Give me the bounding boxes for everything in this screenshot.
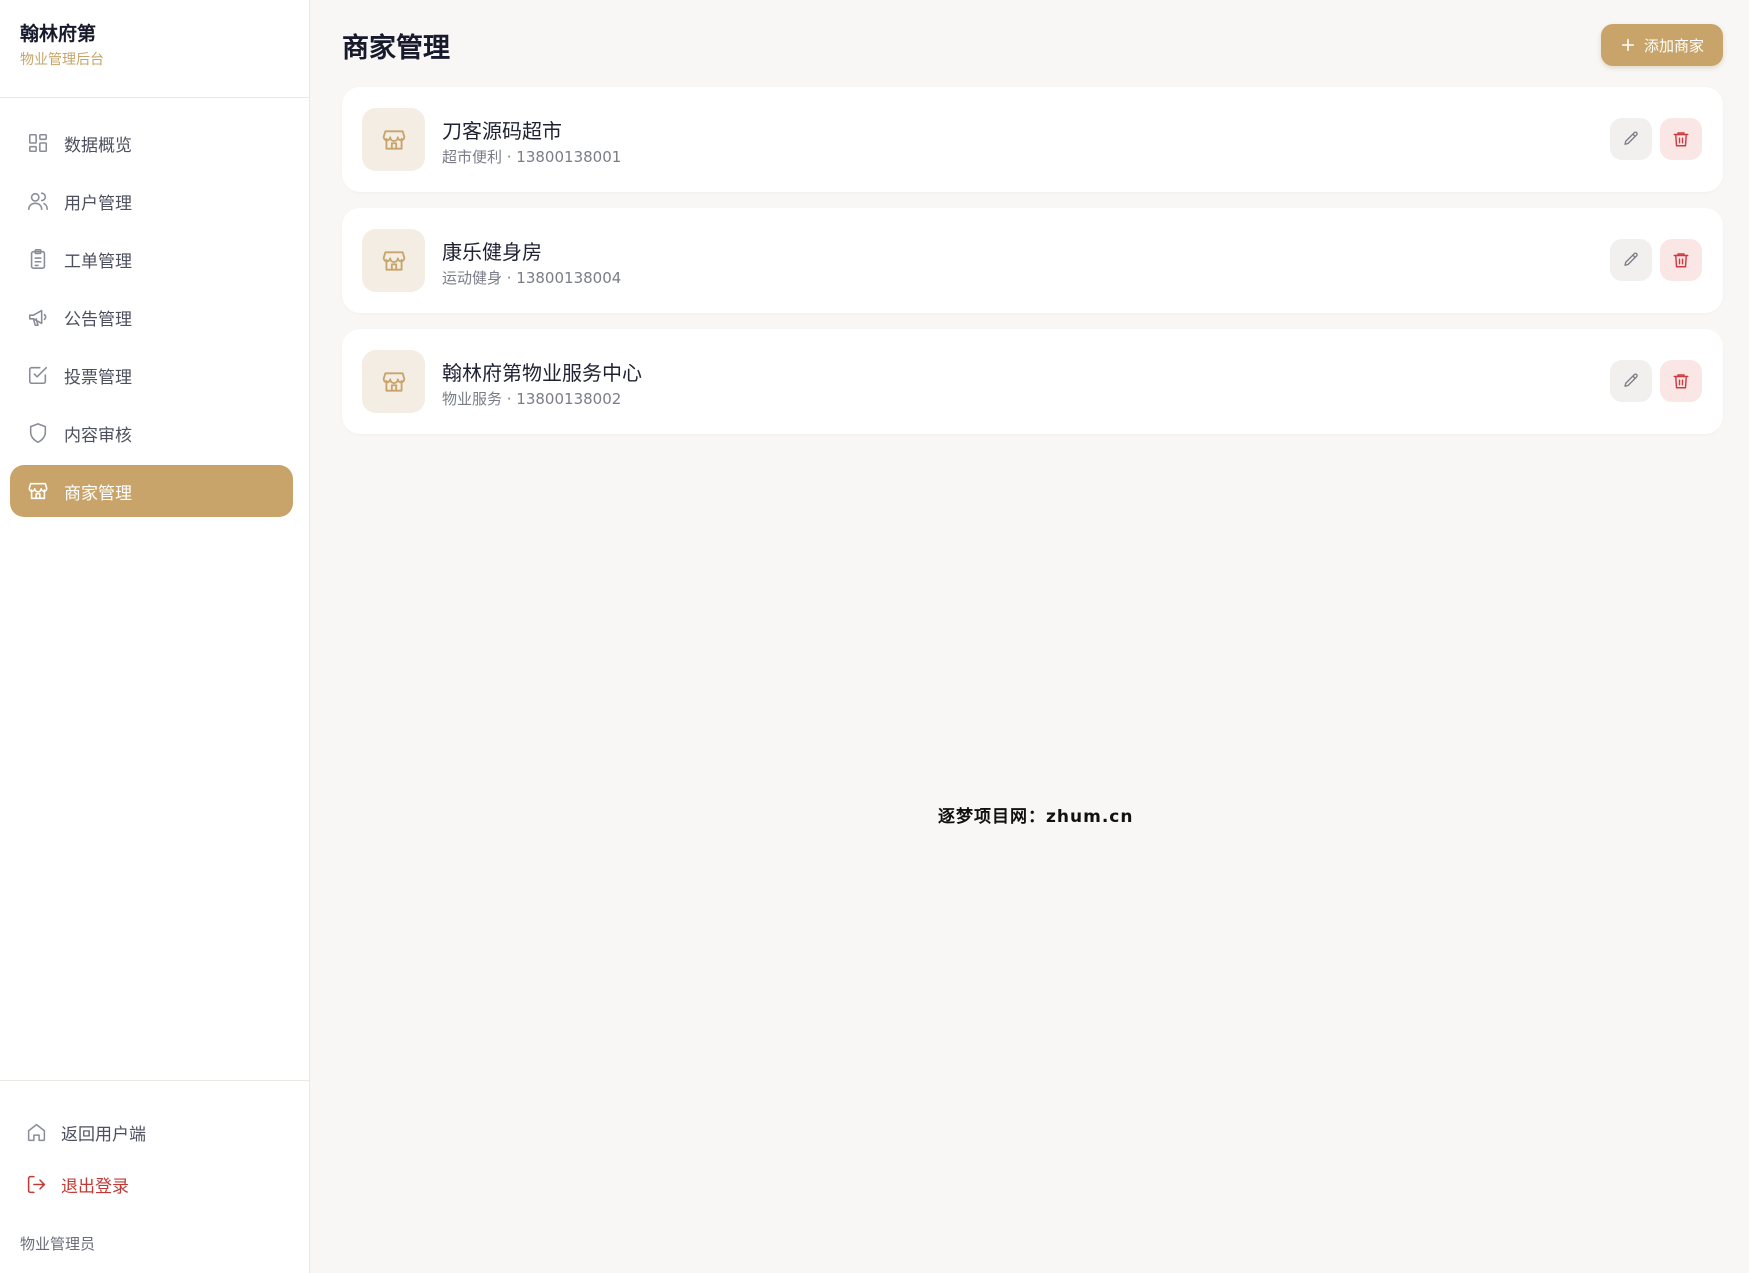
users-icon	[26, 189, 50, 213]
delete-button[interactable]	[1660, 360, 1702, 402]
logout-button[interactable]: 退出登录	[0, 1158, 309, 1210]
brand: 翰林府第 物业管理后台	[0, 0, 309, 98]
merchant-name: 康乐健身房	[442, 240, 542, 264]
edit-button[interactable]	[1610, 118, 1652, 160]
back-to-user-link[interactable]: 返回用户端	[0, 1106, 309, 1158]
sidebar-item-label: 用户管理	[64, 193, 132, 214]
delete-button[interactable]	[1660, 118, 1702, 160]
checkbox-icon	[26, 363, 50, 387]
sidebar-item-users[interactable]: 用户管理	[10, 175, 293, 227]
merchant-meta: 超市便利 · 13800138001	[442, 148, 622, 166]
user-role: 物业管理员	[20, 1235, 96, 1253]
logout-icon	[25, 1173, 47, 1195]
shield-icon	[26, 421, 50, 445]
sidebar-bottom: 返回用户端 退出登录	[0, 1080, 309, 1210]
back-to-user-label: 返回用户端	[61, 1124, 146, 1145]
sidebar: 翰林府第 物业管理后台 数据概览 用户管理 工单管理 公告管理 投票管理 内容审…	[0, 0, 310, 1273]
clipboard-icon	[26, 247, 50, 271]
trash-icon	[1673, 374, 1689, 389]
sidebar-item-label: 公告管理	[64, 309, 132, 330]
sidebar-item-tickets[interactable]: 工单管理	[10, 233, 293, 285]
delete-button[interactable]	[1660, 239, 1702, 281]
merchant-name: 翰林府第物业服务中心	[442, 361, 642, 385]
add-merchant-label: 添加商家	[1643, 36, 1704, 55]
merchant-meta: 物业服务 · 13800138002	[442, 390, 622, 408]
pencil-icon	[1624, 252, 1638, 266]
store-icon	[362, 108, 425, 171]
home-icon	[25, 1121, 47, 1143]
trash-icon	[1673, 132, 1689, 147]
list-item: 刀客源码超市 超市便利 · 13800138001	[342, 87, 1723, 192]
sidebar-item-label: 商家管理	[64, 483, 132, 504]
watermark-text: 逐梦项目网：zhum.cn	[938, 807, 1134, 827]
store-icon	[26, 479, 50, 503]
edit-button[interactable]	[1610, 239, 1652, 281]
sidebar-item-votes[interactable]: 投票管理	[10, 349, 293, 401]
sidebar-item-merchants[interactable]: 商家管理	[10, 465, 293, 517]
brand-title: 翰林府第	[20, 23, 97, 45]
sidebar-item-label: 内容审核	[64, 425, 132, 446]
edit-button[interactable]	[1610, 360, 1652, 402]
add-merchant-button[interactable]: 添加商家	[1601, 24, 1723, 66]
sidebar-item-label: 数据概览	[64, 135, 132, 156]
store-icon	[362, 229, 425, 292]
sidebar-item-label: 工单管理	[64, 251, 132, 272]
sidebar-nav: 数据概览 用户管理 工单管理 公告管理 投票管理 内容审核 商家管理	[10, 117, 293, 523]
store-icon	[362, 350, 425, 413]
pencil-icon	[1624, 373, 1638, 387]
trash-icon	[1673, 253, 1689, 268]
list-item: 康乐健身房 运动健身 · 13800138004	[342, 208, 1723, 313]
sidebar-item-dashboard[interactable]: 数据概览	[10, 117, 293, 169]
brand-subtitle: 物业管理后台	[20, 52, 104, 68]
dashboard-grid-icon	[26, 131, 50, 155]
sidebar-item-moderation[interactable]: 内容审核	[10, 407, 293, 459]
sidebar-item-label: 投票管理	[64, 367, 132, 388]
main-content: 商家管理 添加商家 刀客源码超市 超市便利 · 13800138001 康乐健身…	[310, 0, 1749, 1273]
plus-icon	[1620, 37, 1636, 53]
megaphone-icon	[26, 305, 50, 329]
page-title: 商家管理	[342, 33, 450, 64]
list-item: 翰林府第物业服务中心 物业服务 · 13800138002	[342, 329, 1723, 434]
sidebar-item-announcements[interactable]: 公告管理	[10, 291, 293, 343]
pencil-icon	[1624, 131, 1638, 145]
merchant-name: 刀客源码超市	[442, 119, 562, 143]
logout-label: 退出登录	[61, 1176, 129, 1197]
merchant-meta: 运动健身 · 13800138004	[442, 269, 622, 287]
merchant-list: 刀客源码超市 超市便利 · 13800138001 康乐健身房 运动健身 · 1…	[342, 87, 1723, 450]
